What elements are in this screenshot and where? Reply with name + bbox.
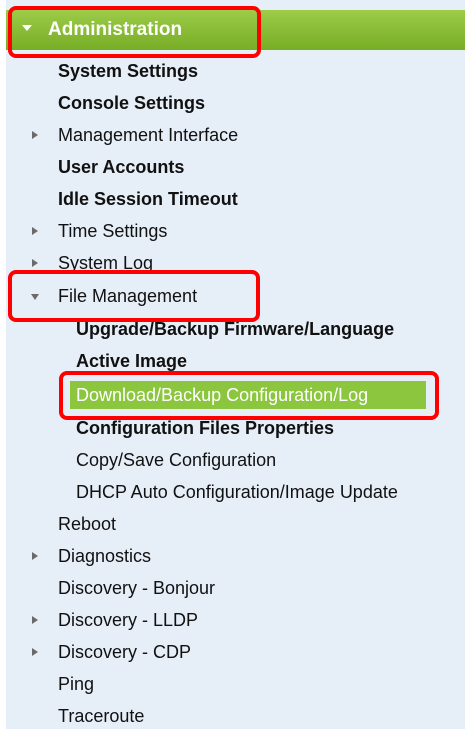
expand-arrow-icon[interactable] (32, 616, 38, 624)
menu-item-user-accounts[interactable]: User Accounts (58, 155, 184, 179)
menu-item-traceroute[interactable]: Traceroute (58, 704, 144, 728)
menu-header-label: Administration (48, 19, 183, 40)
menu-item-system-settings[interactable]: System Settings (58, 59, 198, 83)
menu-item-reboot[interactable]: Reboot (58, 512, 116, 536)
expand-arrow-icon[interactable] (32, 552, 38, 560)
menu-item-file-management[interactable]: File Management (58, 284, 197, 308)
submenu-item-copy-save-configuration[interactable]: Copy/Save Configuration (76, 448, 276, 472)
menu-item-discovery-cdp[interactable]: Discovery - CDP (58, 640, 191, 664)
selected-item-label: Download/Backup Configuration/Log (76, 385, 369, 405)
submenu-item-configuration-files-properties[interactable]: Configuration Files Properties (76, 416, 334, 440)
expand-arrow-icon[interactable] (32, 648, 38, 656)
menu-item-discovery-lldp[interactable]: Discovery - LLDP (58, 608, 198, 632)
expand-arrow-icon[interactable] (32, 259, 38, 267)
menu-item-diagnostics[interactable]: Diagnostics (58, 544, 151, 568)
collapse-arrow-icon (22, 25, 32, 31)
menu-item-system-log[interactable]: System Log (58, 251, 153, 275)
menu-header-administration[interactable]: Administration (6, 10, 465, 50)
expand-arrow-icon[interactable] (32, 227, 38, 235)
submenu-item-download-backup-configuration[interactable]: Download/Backup Configuration/Log (70, 381, 426, 409)
menu-item-management-interface[interactable]: Management Interface (58, 123, 238, 147)
menu-item-discovery-bonjour[interactable]: Discovery - Bonjour (58, 576, 215, 600)
menu-item-console-settings[interactable]: Console Settings (58, 91, 205, 115)
submenu-item-active-image[interactable]: Active Image (76, 349, 187, 373)
menu-item-idle-session-timeout[interactable]: Idle Session Timeout (58, 187, 238, 211)
collapse-arrow-icon[interactable] (31, 294, 39, 300)
menu-item-ping[interactable]: Ping (58, 672, 94, 696)
menu-item-time-settings[interactable]: Time Settings (58, 219, 167, 243)
expand-arrow-icon[interactable] (32, 131, 38, 139)
submenu-item-dhcp-auto-configuration[interactable]: DHCP Auto Configuration/Image Update (76, 480, 398, 504)
submenu-item-upgrade-backup-firmware[interactable]: Upgrade/Backup Firmware/Language (76, 317, 394, 341)
